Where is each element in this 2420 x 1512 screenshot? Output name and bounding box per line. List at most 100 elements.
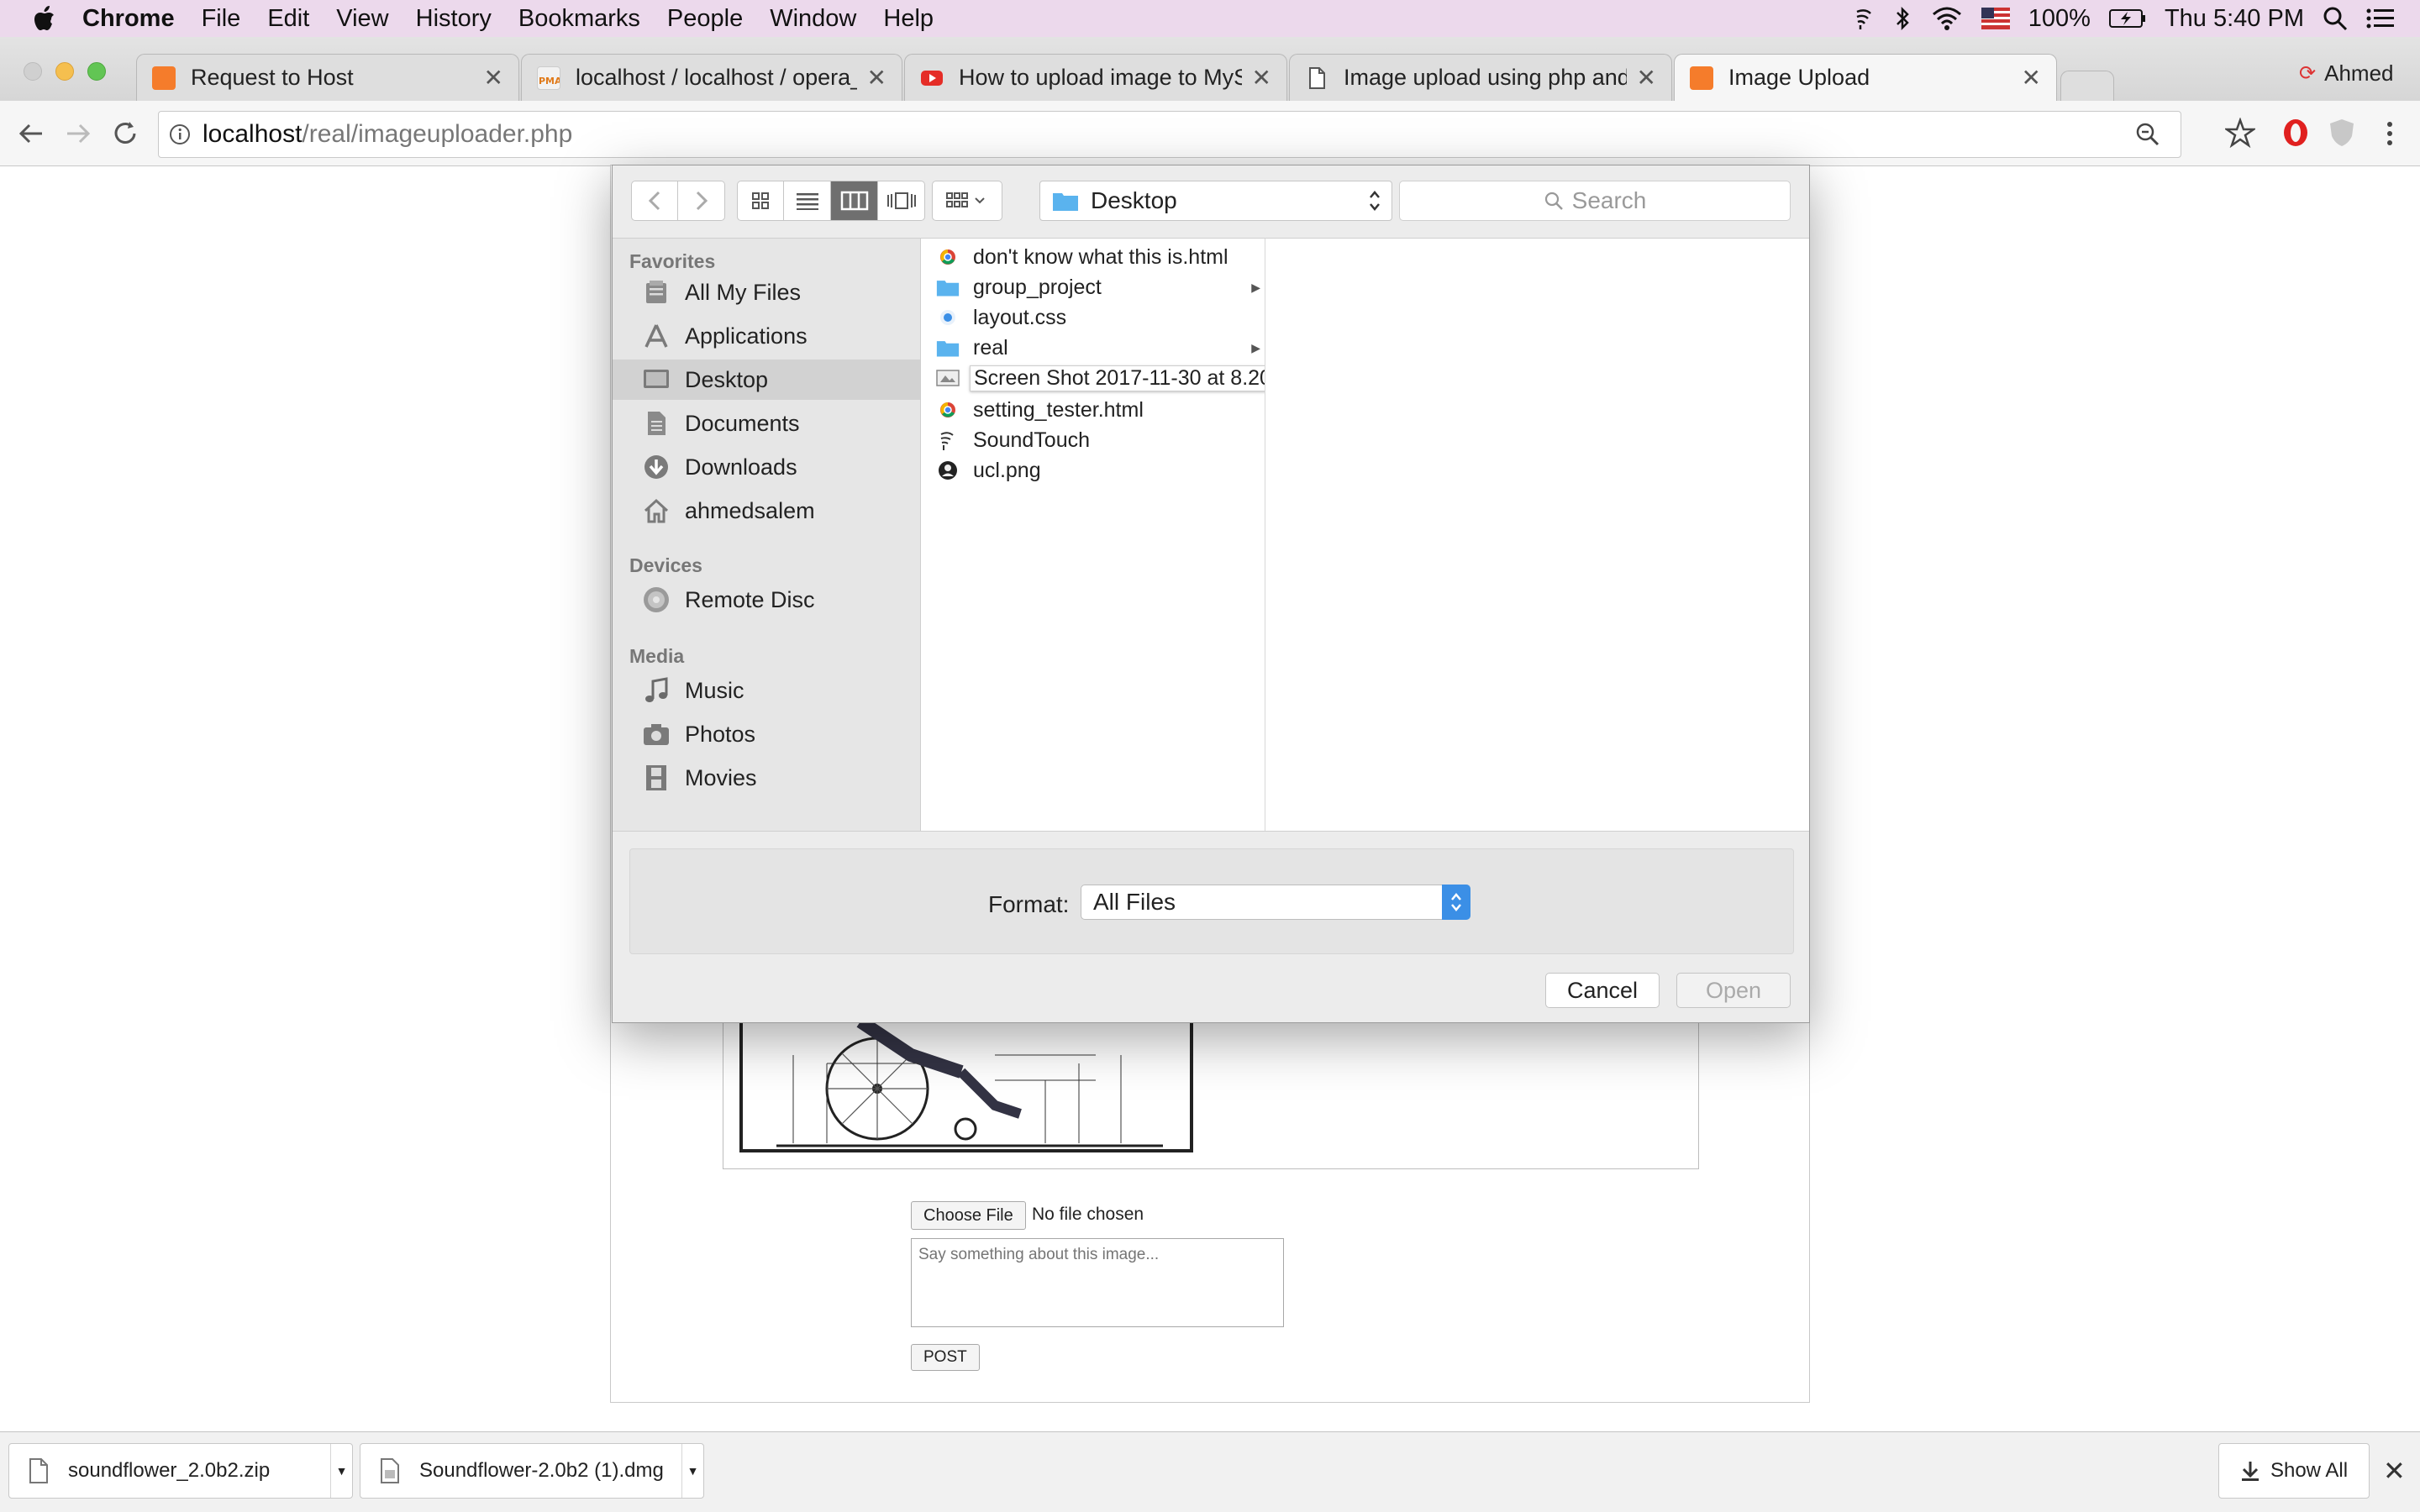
xampp-icon bbox=[1690, 66, 1713, 90]
menu-window[interactable]: Window bbox=[756, 5, 870, 33]
sidebar-item-remote-disc[interactable]: Remote Disc bbox=[613, 580, 920, 620]
format-select[interactable]: All Files bbox=[1081, 885, 1470, 920]
arrange-menu-button[interactable] bbox=[932, 181, 1002, 221]
shield-extension-icon[interactable] bbox=[2328, 118, 2356, 148]
tab-request-to-host[interactable]: Request to Host ✕ bbox=[136, 54, 519, 101]
list-view-button[interactable] bbox=[784, 181, 831, 221]
file-item[interactable]: SoundTouch bbox=[921, 425, 1265, 455]
reload-icon[interactable] bbox=[111, 119, 139, 148]
notification-center-icon[interactable] bbox=[2366, 8, 2395, 29]
forward-nav-button[interactable] bbox=[678, 181, 725, 221]
cancel-button[interactable]: Cancel bbox=[1545, 973, 1660, 1008]
battery-icon[interactable] bbox=[2108, 8, 2146, 29]
file-item[interactable]: layout.css bbox=[921, 302, 1265, 333]
opera-extension-icon[interactable] bbox=[2281, 118, 2311, 148]
sidebar-item-downloads[interactable]: Downloads bbox=[613, 447, 920, 487]
menu-help[interactable]: Help bbox=[870, 5, 947, 33]
post-button[interactable]: POST bbox=[911, 1344, 980, 1371]
youtube-icon bbox=[920, 66, 944, 90]
menu-bookmarks[interactable]: Bookmarks bbox=[505, 5, 654, 33]
sidebar-label: Photos bbox=[685, 721, 756, 747]
bookmark-star-icon[interactable] bbox=[2225, 118, 2255, 148]
forward-icon[interactable] bbox=[64, 119, 92, 148]
arrange-icon bbox=[944, 191, 991, 211]
file-item[interactable]: ucl.png bbox=[921, 455, 1265, 486]
column-view-button[interactable] bbox=[831, 181, 878, 221]
download-options-icon[interactable]: ▼ bbox=[330, 1444, 352, 1498]
battery-percent[interactable]: 100% bbox=[2028, 5, 2091, 33]
zoom-window-button[interactable] bbox=[87, 62, 106, 81]
back-icon[interactable] bbox=[17, 119, 45, 148]
back-nav-button[interactable] bbox=[631, 181, 678, 221]
us-flag-icon[interactable] bbox=[1981, 8, 2010, 29]
download-item[interactable]: Soundflower-2.0b2 (1).dmg ▼ bbox=[360, 1443, 704, 1499]
close-tab-icon[interactable]: ✕ bbox=[2022, 64, 2041, 92]
open-button[interactable]: Open bbox=[1676, 973, 1791, 1008]
sidebar-label: ahmedsalem bbox=[685, 497, 815, 523]
sidebar-item-desktop[interactable]: Desktop bbox=[613, 360, 920, 400]
file-name: real bbox=[973, 335, 1008, 360]
file-open-dialog: Desktop Search Favorites All My Files Ap… bbox=[612, 165, 1810, 1023]
sidebar-item-music[interactable]: Music bbox=[613, 670, 920, 711]
all-files-icon bbox=[641, 277, 671, 307]
soundtouch-status-icon[interactable] bbox=[1854, 7, 1874, 30]
select-stepper-icon bbox=[1442, 885, 1470, 920]
icon-view-button[interactable] bbox=[737, 181, 784, 221]
menubar-clock[interactable]: Thu 5:40 PM bbox=[2165, 5, 2304, 33]
menu-people[interactable]: People bbox=[654, 5, 756, 33]
bluetooth-icon[interactable] bbox=[1892, 6, 1912, 31]
file-item[interactable]: group_project ▶ bbox=[921, 272, 1265, 302]
cover-flow-button[interactable] bbox=[878, 181, 925, 221]
download-options-icon[interactable]: ▼ bbox=[681, 1444, 703, 1498]
sidebar-item-photos[interactable]: Photos bbox=[613, 714, 920, 754]
menu-view[interactable]: View bbox=[323, 5, 402, 33]
sidebar-item-documents[interactable]: Documents bbox=[613, 403, 920, 444]
show-all-downloads-button[interactable]: Show All bbox=[2218, 1443, 2370, 1499]
tab-image-upload-active[interactable]: Image Upload ✕ bbox=[1674, 54, 2057, 101]
tab-youtube[interactable]: How to upload image to MySC ✕ bbox=[904, 54, 1287, 101]
menu-history[interactable]: History bbox=[402, 5, 505, 33]
close-tab-icon[interactable]: ✕ bbox=[1252, 64, 1271, 92]
file-item[interactable]: setting_tester.html bbox=[921, 395, 1265, 425]
new-tab-button[interactable] bbox=[2060, 71, 2114, 101]
close-tab-icon[interactable]: ✕ bbox=[867, 64, 886, 92]
download-item[interactable]: soundflower_2.0b2.zip ▼ bbox=[8, 1443, 353, 1499]
search-field[interactable]: Search bbox=[1399, 181, 1791, 221]
favorites-heading: Favorites bbox=[629, 250, 716, 272]
close-window-button[interactable] bbox=[24, 62, 42, 81]
tab-phpmyadmin[interactable]: PMA localhost / localhost / opera_h ✕ bbox=[521, 54, 902, 101]
list-view-icon bbox=[796, 192, 819, 210]
address-bar[interactable]: localhost/real/imageuploader.php bbox=[158, 111, 2181, 158]
apple-icon[interactable] bbox=[0, 6, 69, 31]
menu-file[interactable]: File bbox=[188, 5, 255, 33]
sidebar-item-all-my-files[interactable]: All My Files bbox=[613, 272, 920, 312]
sidebar-item-home[interactable]: ahmedsalem bbox=[613, 491, 920, 531]
wheelchair-diagram-image bbox=[739, 1021, 1193, 1152]
info-icon[interactable] bbox=[169, 123, 191, 145]
zoom-icon[interactable] bbox=[2135, 122, 2160, 147]
sidebar-item-applications[interactable]: Applications bbox=[613, 316, 920, 356]
tab-label: Image Upload bbox=[1728, 65, 1870, 90]
chrome-menu-icon[interactable] bbox=[2381, 119, 2398, 148]
choose-file-button[interactable]: Choose File bbox=[911, 1201, 1026, 1230]
sidebar-label: Downloads bbox=[685, 454, 797, 480]
wifi-icon[interactable] bbox=[1931, 6, 1963, 31]
location-popup[interactable]: Desktop bbox=[1039, 181, 1392, 221]
close-tab-icon[interactable]: ✕ bbox=[1637, 64, 1656, 92]
menu-edit[interactable]: Edit bbox=[254, 5, 323, 33]
close-tab-icon[interactable]: ✕ bbox=[484, 64, 503, 92]
film-icon bbox=[641, 763, 671, 793]
image-caption-textarea[interactable] bbox=[911, 1238, 1284, 1327]
sidebar-item-movies[interactable]: Movies bbox=[613, 758, 920, 798]
format-value: All Files bbox=[1093, 889, 1176, 915]
minimize-window-button[interactable] bbox=[55, 62, 74, 81]
file-item[interactable]: don't know what this is.html bbox=[921, 242, 1265, 272]
sidebar-label: Music bbox=[685, 677, 744, 703]
tab-image-upload-php[interactable]: Image upload using php and M ✕ bbox=[1289, 54, 1672, 101]
menu-app-name[interactable]: Chrome bbox=[69, 5, 188, 33]
close-shelf-icon[interactable]: ✕ bbox=[2383, 1455, 2406, 1487]
file-preview-column bbox=[1265, 238, 1809, 831]
profile-button[interactable]: ⟳ Ahmed bbox=[2299, 60, 2394, 87]
spotlight-icon[interactable] bbox=[2323, 6, 2348, 31]
file-item[interactable]: real ▶ bbox=[921, 333, 1265, 363]
